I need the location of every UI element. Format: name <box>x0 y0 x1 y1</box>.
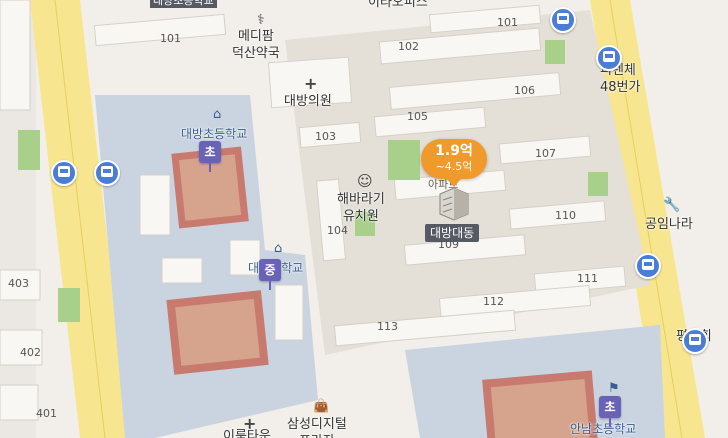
building-number: 113 <box>377 320 398 333</box>
bus-stop-icon[interactable] <box>635 253 661 279</box>
repair-shop-label[interactable]: 공임나라 <box>645 216 693 233</box>
kindergarten-label[interactable]: 해바라기 유치원 <box>337 191 385 225</box>
building-number: 107 <box>535 147 556 160</box>
building-number: 111 <box>577 272 598 285</box>
kindergarten-icon: ☺ <box>357 172 373 190</box>
building-number: 402 <box>20 346 41 359</box>
building-number: 110 <box>555 209 576 222</box>
anam-school-marker[interactable]: 초 <box>599 396 621 427</box>
bus-stop-icon[interactable] <box>94 160 120 186</box>
anam-school-label[interactable]: 안남초등학교 <box>570 420 636 437</box>
building-number: 105 <box>407 110 428 123</box>
top-right-cut-label: 이라오피스 <box>368 0 428 10</box>
pharmacy-label[interactable]: 메디팜 덕산약국 <box>232 28 280 62</box>
price-range: ~4.5억 <box>435 160 473 173</box>
school-flag-icon: ⌂ <box>274 241 283 256</box>
apartment-building-icon[interactable] <box>434 184 474 224</box>
school-flag-icon: ⌂ <box>213 107 222 122</box>
elementary-school-marker[interactable]: 초 <box>199 141 221 172</box>
building-number: 403 <box>8 277 29 290</box>
school-flag-icon: ⚑ <box>608 381 620 396</box>
bus-stop-icon[interactable] <box>550 7 576 33</box>
middle-school-marker[interactable]: 중 <box>259 259 281 290</box>
shopping-bag-icon: 👜 <box>313 399 330 414</box>
bottom-left-poi[interactable]: 이룸타운 <box>223 428 271 438</box>
clinic-icon: + <box>304 74 318 93</box>
price-value: 1.9억 <box>435 143 473 159</box>
samsung-label[interactable]: 삼성디지털 프라자 <box>287 416 347 438</box>
price-bubble[interactable]: 1.9억 ~4.5억 <box>421 139 487 179</box>
building-number: 106 <box>514 84 535 97</box>
building-number: 101 <box>497 16 518 29</box>
building-number: 104 <box>327 224 348 237</box>
building-number: 112 <box>483 295 504 308</box>
building-number: 101 <box>160 32 181 45</box>
bus-stop-icon[interactable] <box>51 160 77 186</box>
building-number: 103 <box>315 130 336 143</box>
map-view[interactable]: 대방초등학교 이라오피스 101 102 103 104 105 106 107… <box>0 0 728 438</box>
apartment-name-tag[interactable]: 대방대동 <box>425 224 480 242</box>
bus-stop-icon[interactable] <box>682 328 708 354</box>
building-number: 102 <box>398 40 419 53</box>
wrench-icon: 🔧 <box>663 197 681 213</box>
clinic-label[interactable]: 대방의원 <box>284 93 332 110</box>
elementary-school-label[interactable]: 대방초등학교 <box>181 125 247 142</box>
building-number: 401 <box>36 407 57 420</box>
pharmacy-icon: ⚕ <box>257 12 265 28</box>
top-cut-label: 대방초등학교 <box>150 0 217 8</box>
bus-stop-icon[interactable] <box>596 45 622 71</box>
